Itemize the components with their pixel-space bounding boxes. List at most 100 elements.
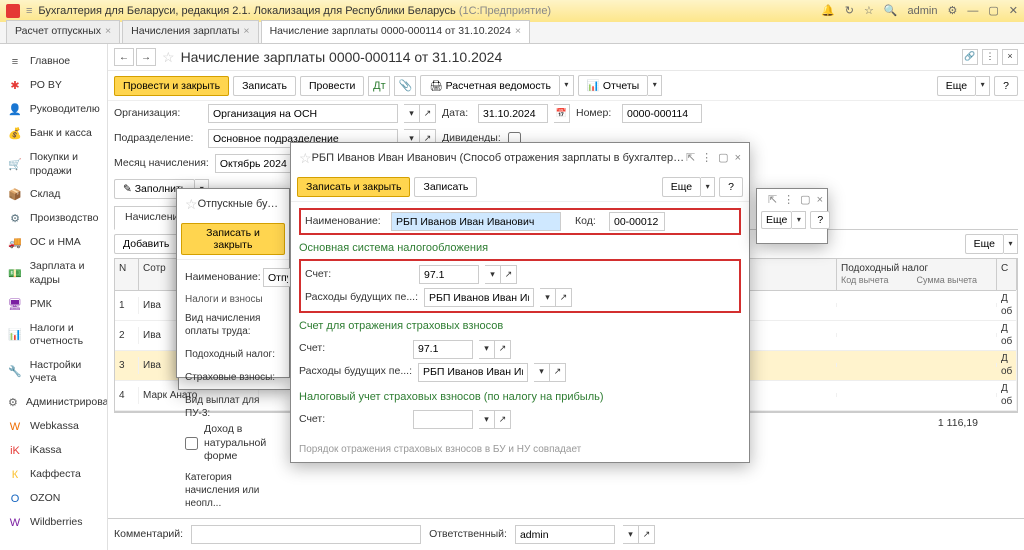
minimize-icon[interactable]: — bbox=[967, 4, 978, 18]
dropdown-arrow[interactable]: ▾ bbox=[648, 75, 662, 96]
dropdown-arrow[interactable]: ▾ bbox=[560, 75, 574, 96]
post-button[interactable]: Провести bbox=[300, 76, 364, 96]
sidebar-item[interactable]: WWildberries bbox=[0, 511, 107, 535]
tab-2[interactable]: Начисление зарплаты 0000-000114 от 31.10… bbox=[261, 20, 530, 43]
org-field[interactable] bbox=[208, 104, 398, 123]
col-n[interactable]: N bbox=[115, 259, 139, 290]
write-button[interactable]: Записать bbox=[233, 76, 296, 96]
dropdown-icon[interactable]: ▾ bbox=[623, 525, 639, 544]
sidebar-item[interactable]: 📦Склад bbox=[0, 183, 107, 207]
post-close-button[interactable]: Провести и закрыть bbox=[114, 76, 229, 96]
sidebar-item[interactable]: 👤Руководителю bbox=[0, 98, 107, 122]
num-field[interactable] bbox=[622, 104, 702, 123]
open-icon[interactable]: ↗ bbox=[501, 265, 517, 284]
sidebar-item[interactable]: 📊Налоги и отчетность bbox=[0, 317, 107, 354]
dropdown-icon[interactable]: ▾ bbox=[485, 265, 501, 284]
dropdown-arrow[interactable]: ▾ bbox=[701, 177, 715, 197]
tax-acct-field[interactable] bbox=[413, 410, 473, 429]
more-icon[interactable]: ⋮ bbox=[701, 151, 712, 165]
close-icon[interactable]: × bbox=[105, 25, 111, 39]
sidebar-item[interactable]: OOZON bbox=[0, 487, 107, 511]
close-icon[interactable]: × bbox=[243, 25, 249, 39]
new-window-icon[interactable]: ⇱ bbox=[686, 151, 695, 165]
dropdown-icon[interactable]: ▾ bbox=[534, 363, 550, 382]
sidebar-item[interactable]: iKiKassa bbox=[0, 439, 107, 463]
dt-kt-icon[interactable]: Дт bbox=[368, 76, 390, 96]
close-icon[interactable]: × bbox=[735, 151, 741, 165]
favorite-icon[interactable]: ☆ bbox=[162, 48, 175, 66]
more-icon[interactable]: ⋮ bbox=[783, 193, 794, 207]
star-icon[interactable]: ☆ bbox=[864, 4, 874, 18]
favorite-icon[interactable]: ☆ bbox=[185, 195, 198, 213]
user-name[interactable]: admin bbox=[908, 4, 938, 18]
rbp-field[interactable] bbox=[424, 288, 534, 307]
open-icon[interactable]: ↗ bbox=[550, 363, 566, 382]
tab-0[interactable]: Расчет отпускных× bbox=[6, 20, 120, 43]
close-doc-icon[interactable]: × bbox=[1002, 49, 1018, 65]
forward-button[interactable]: → bbox=[136, 48, 156, 66]
sidebar-item[interactable]: WWebkassa bbox=[0, 415, 107, 439]
month-field[interactable] bbox=[215, 154, 295, 173]
favorite-icon[interactable]: ☆ bbox=[299, 149, 312, 167]
close-icon[interactable]: ✕ bbox=[1009, 4, 1018, 18]
sidebar-item[interactable]: 🖥РМК bbox=[0, 293, 107, 317]
dropdown-arrow[interactable]: ▾ bbox=[792, 211, 806, 229]
write-close-button[interactable]: Записать и закрыть bbox=[181, 223, 285, 255]
maximize-icon[interactable]: ▢ bbox=[800, 193, 810, 207]
open-icon[interactable]: ↗ bbox=[556, 288, 572, 307]
attach-icon[interactable]: 📎 bbox=[394, 76, 416, 96]
date-field[interactable] bbox=[478, 104, 548, 123]
history-icon[interactable]: ↻ bbox=[845, 4, 854, 18]
more-button[interactable]: Еще bbox=[761, 211, 792, 229]
dropdown-icon[interactable]: ▾ bbox=[540, 288, 556, 307]
dropdown-arrow[interactable]: ▾ bbox=[1004, 234, 1018, 254]
write-button[interactable]: Записать bbox=[414, 177, 477, 197]
natural-income-checkbox[interactable] bbox=[185, 437, 198, 450]
resp-field[interactable] bbox=[515, 525, 615, 544]
dropdown-icon[interactable]: ▾ bbox=[479, 340, 495, 359]
help-button[interactable]: ? bbox=[994, 76, 1018, 96]
sidebar-item[interactable]: 💰Банк и касса bbox=[0, 122, 107, 146]
link-icon[interactable]: 🔗 bbox=[962, 49, 978, 65]
more-button[interactable]: Еще bbox=[937, 76, 976, 96]
open-icon[interactable]: ↗ bbox=[420, 104, 436, 123]
name-field[interactable] bbox=[391, 212, 561, 231]
dropdown-icon[interactable]: ▾ bbox=[404, 104, 420, 123]
grid-more-button[interactable]: Еще bbox=[965, 234, 1004, 254]
open-icon[interactable]: ↗ bbox=[495, 410, 511, 429]
sidebar-item[interactable]: ⚙Администрирование bbox=[0, 391, 107, 415]
write-close-button[interactable]: Записать и закрыть bbox=[297, 177, 410, 197]
add-button[interactable]: Добавить bbox=[114, 234, 178, 254]
sidebar-item[interactable]: 🛒Покупки и продажи bbox=[0, 146, 107, 183]
back-button[interactable]: ← bbox=[114, 48, 134, 66]
ins-rbp-field[interactable] bbox=[418, 363, 528, 382]
comment-field[interactable] bbox=[191, 525, 421, 544]
sidebar-item[interactable]: ≡Главное bbox=[0, 50, 107, 74]
settings-icon[interactable]: ⚙ bbox=[948, 4, 958, 18]
tab-1[interactable]: Начисления зарплаты× bbox=[122, 20, 258, 43]
close-icon[interactable]: × bbox=[515, 25, 521, 39]
help-button[interactable]: ? bbox=[719, 177, 743, 197]
open-icon[interactable]: ↗ bbox=[495, 340, 511, 359]
name-field[interactable] bbox=[263, 268, 293, 287]
bell-icon[interactable]: 🔔 bbox=[821, 4, 835, 18]
sidebar-item[interactable]: 🔧Настройки учета bbox=[0, 354, 107, 391]
close-icon[interactable]: × bbox=[817, 193, 823, 207]
reports-button[interactable]: 📊 Отчеты bbox=[578, 75, 648, 96]
search-icon[interactable]: 🔍 bbox=[884, 4, 898, 18]
new-window-icon[interactable]: ⇱ bbox=[768, 193, 777, 207]
sidebar-item[interactable]: ⚙Производство bbox=[0, 207, 107, 231]
calendar-icon[interactable]: 📅 bbox=[554, 104, 570, 123]
maximize-icon[interactable]: ▢ bbox=[988, 4, 998, 18]
open-icon[interactable]: ↗ bbox=[639, 525, 655, 544]
sidebar-item[interactable]: ККаффеста bbox=[0, 463, 107, 487]
code-field[interactable] bbox=[609, 212, 665, 231]
sidebar-item[interactable]: 🚚ОС и НМА bbox=[0, 231, 107, 255]
sidebar-item[interactable]: 💵Зарплата и кадры bbox=[0, 255, 107, 292]
sidebar-item[interactable]: ✱РО BY bbox=[0, 74, 107, 98]
dropdown-arrow[interactable]: ▾ bbox=[976, 76, 990, 96]
col-tax[interactable]: Подоходный налог bbox=[841, 262, 992, 275]
maximize-icon[interactable]: ▢ bbox=[718, 151, 728, 165]
more-icon[interactable]: ⋮ bbox=[982, 49, 998, 65]
dropdown-icon[interactable]: ▾ bbox=[479, 410, 495, 429]
